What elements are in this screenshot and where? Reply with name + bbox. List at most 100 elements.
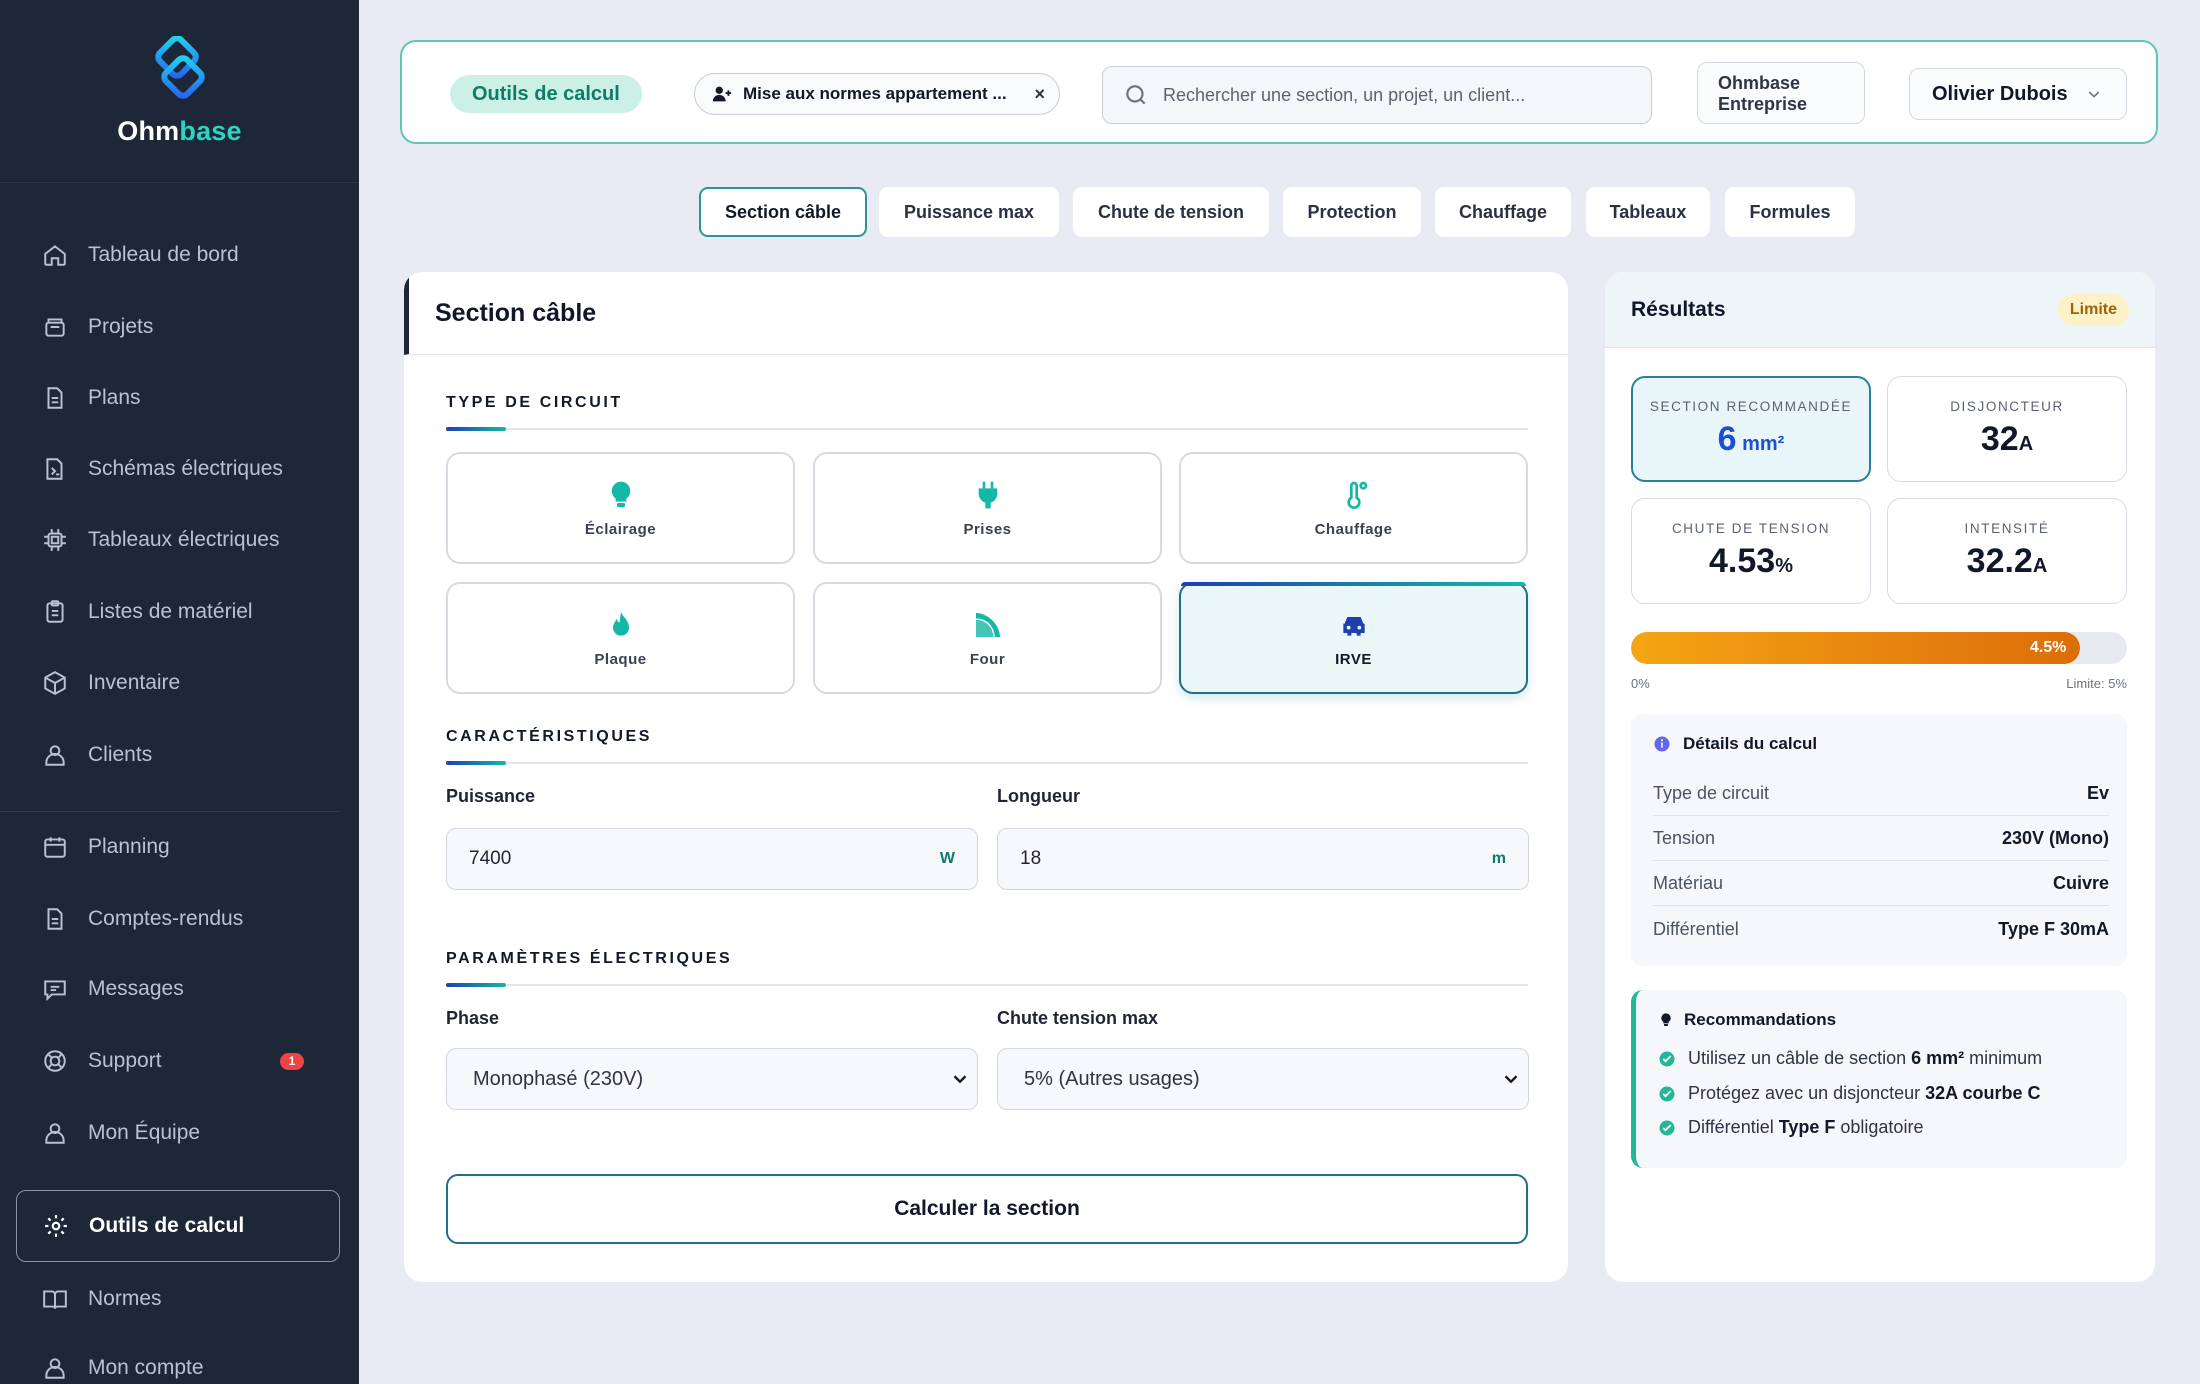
flame-icon bbox=[612, 611, 629, 636]
project-chip-label: Mise aux normes appartement ... bbox=[743, 84, 1007, 103]
sidebar-item-material-lists[interactable]: Listes de matériel bbox=[16, 584, 340, 640]
voltage-drop-select[interactable]: 5% (Autres usages) bbox=[997, 1048, 1529, 1110]
brand[interactable]: Ohmbase bbox=[0, 0, 359, 183]
circuit-type-oven[interactable]: Four bbox=[813, 582, 1162, 694]
team-icon bbox=[45, 1123, 65, 1144]
sidebar-item-label: Plans bbox=[88, 386, 141, 409]
ohmbase-logo-icon bbox=[154, 35, 205, 99]
sidebar-item-label: Mon compte bbox=[88, 1356, 204, 1379]
sidebar-item-messages[interactable]: Messages bbox=[16, 961, 340, 1017]
phase-value: Monophasé (230V) bbox=[473, 1067, 644, 1090]
recommendation-item: Utilisez un câble de section 6 mm² minim… bbox=[1658, 1048, 2042, 1069]
power-value: 7400 bbox=[469, 848, 512, 869]
phase-select[interactable]: Monophasé (230V) bbox=[446, 1048, 978, 1110]
circuit-type-ev-charger[interactable]: IRVE bbox=[1179, 582, 1528, 694]
tab-section-cable[interactable]: Section câble bbox=[699, 187, 867, 237]
gear-icon bbox=[45, 1215, 67, 1237]
lifebuoy-icon bbox=[44, 1050, 66, 1072]
circuit-type-label: Four bbox=[969, 650, 1006, 668]
characteristics-title: CARACTÉRISTIQUES bbox=[446, 728, 653, 745]
report-icon bbox=[47, 908, 63, 930]
sidebar-item-label: Messages bbox=[88, 977, 184, 1000]
user-icon bbox=[45, 1358, 65, 1379]
recommendation-item: Protégez avec un disjoncteur 32A courbe … bbox=[1658, 1083, 2041, 1104]
user-menu[interactable]: Olivier Dubois bbox=[1909, 68, 2127, 120]
chevron-down-icon bbox=[1504, 1075, 1518, 1084]
sidebar-item-panels[interactable]: Tableaux électriques bbox=[16, 512, 340, 568]
power-input[interactable]: 7400 W bbox=[446, 828, 978, 890]
voltage-drop-progress: 4.5% bbox=[1631, 632, 2127, 664]
sidebar-item-reports[interactable]: Comptes-rendus bbox=[16, 891, 340, 947]
sidebar-item-support[interactable]: Support 1 bbox=[16, 1033, 340, 1089]
sidebar-item-label: Inventaire bbox=[88, 671, 181, 694]
result-voltage-drop: CHUTE DE TENSION 4.53% bbox=[1631, 498, 1871, 604]
result-label: SECTION RECOMMANDÉE bbox=[1649, 399, 1853, 414]
voltage-drop-label: Chute tension max bbox=[997, 1008, 1159, 1028]
circuit-type-label: Éclairage bbox=[584, 520, 657, 538]
sidebar-item-calc-tools[interactable]: Outils de calcul bbox=[16, 1190, 340, 1262]
result-recommended-section: SECTION RECOMMANDÉE 6 mm² bbox=[1631, 376, 1871, 482]
search-bar[interactable] bbox=[1102, 66, 1652, 124]
sidebar-item-plans[interactable]: Plans bbox=[16, 370, 340, 426]
length-label: Longueur bbox=[997, 786, 1080, 806]
tab-formulas[interactable]: Formules bbox=[1725, 187, 1855, 237]
recommendations: Recommandations Utilisez un câble de sec… bbox=[1631, 990, 2127, 1168]
circuit-type-label: IRVE bbox=[1335, 650, 1372, 668]
circuit-type-cooktop[interactable]: Plaque bbox=[446, 582, 795, 694]
sidebar-item-planning[interactable]: Planning bbox=[16, 819, 340, 875]
section-divider bbox=[446, 983, 1528, 987]
sidebar-item-label: Mon Équipe bbox=[88, 1121, 201, 1144]
tab-panels[interactable]: Tableaux bbox=[1586, 187, 1710, 237]
project-chip[interactable]: Mise aux normes appartement ... × bbox=[694, 73, 1060, 115]
progress-max-label: Limite: 5% bbox=[2066, 676, 2127, 691]
circuit-type-lighting[interactable]: Éclairage bbox=[446, 452, 795, 564]
sidebar-item-label: Planning bbox=[88, 835, 170, 858]
box-icon bbox=[44, 671, 66, 695]
sidebar-item-label: Support bbox=[88, 1049, 162, 1072]
length-input[interactable]: 18 m bbox=[997, 828, 1529, 890]
sidebar-divider bbox=[0, 811, 340, 812]
tab-protection[interactable]: Protection bbox=[1283, 187, 1421, 237]
sidebar-item-team[interactable]: Mon Équipe bbox=[16, 1105, 340, 1161]
sidebar-item-label: Tableaux électriques bbox=[88, 528, 280, 551]
detail-row: Matériau Cuivre bbox=[1653, 862, 2109, 906]
tab-max-power[interactable]: Puissance max bbox=[879, 187, 1059, 237]
folder-icon bbox=[45, 318, 65, 337]
car-icon bbox=[1342, 616, 1365, 636]
sidebar-item-label: Listes de matériel bbox=[88, 600, 253, 623]
sidebar-item-standards[interactable]: Normes bbox=[16, 1271, 340, 1327]
sidebar-item-clients[interactable]: Clients bbox=[16, 727, 340, 783]
result-current: INTENSITÉ 32.2A bbox=[1887, 498, 2127, 604]
tab-voltage-drop[interactable]: Chute de tension bbox=[1073, 187, 1269, 237]
bulb-icon bbox=[1661, 1013, 1671, 1026]
search-input[interactable] bbox=[1163, 84, 1603, 106]
result-value: 6 mm² bbox=[1717, 420, 1785, 458]
sidebar-item-projects[interactable]: Projets bbox=[16, 299, 340, 355]
company-selector[interactable]: Ohmbase Entreprise bbox=[1697, 62, 1865, 124]
sidebar-item-account[interactable]: Mon compte bbox=[16, 1340, 340, 1384]
circuit-type-outlets[interactable]: Prises bbox=[813, 452, 1162, 564]
result-label: INTENSITÉ bbox=[1964, 521, 2050, 536]
recommendations-title: Recommandations bbox=[1658, 1010, 1836, 1030]
sidebar-item-inventory[interactable]: Inventaire bbox=[16, 655, 340, 711]
circuit-type-heating[interactable]: Chauffage bbox=[1179, 452, 1528, 564]
check-circle-icon bbox=[1659, 1120, 1675, 1135]
support-notification-badge: 1 bbox=[280, 1052, 304, 1070]
brand-name: Ohmbase bbox=[117, 115, 242, 146]
tab-heating[interactable]: Chauffage bbox=[1435, 187, 1571, 237]
sidebar-item-schemas[interactable]: Schémas électriques bbox=[16, 441, 340, 497]
chat-icon bbox=[44, 980, 66, 1002]
close-icon[interactable]: × bbox=[1034, 84, 1045, 105]
result-label: CHUTE DE TENSION bbox=[1671, 521, 1831, 536]
result-value: 4.53% bbox=[1709, 542, 1793, 580]
result-value: 32A bbox=[1980, 420, 2034, 458]
sidebar-item-dashboard[interactable]: Tableau de bord bbox=[16, 227, 340, 283]
cpu-icon bbox=[44, 529, 66, 551]
user-name: Olivier Dubois bbox=[1932, 82, 2068, 105]
circuit-type-label: Prises bbox=[963, 520, 1012, 538]
sidebar: Ohmbase Tableau de bord Projets Plans Sc… bbox=[0, 0, 359, 1384]
chevron-down-icon bbox=[953, 1075, 967, 1084]
sidebar-item-label: Schémas électriques bbox=[88, 457, 283, 480]
current-tool-chip[interactable]: Outils de calcul bbox=[450, 75, 642, 113]
calculate-section-button[interactable]: Calculer la section bbox=[446, 1174, 1528, 1244]
